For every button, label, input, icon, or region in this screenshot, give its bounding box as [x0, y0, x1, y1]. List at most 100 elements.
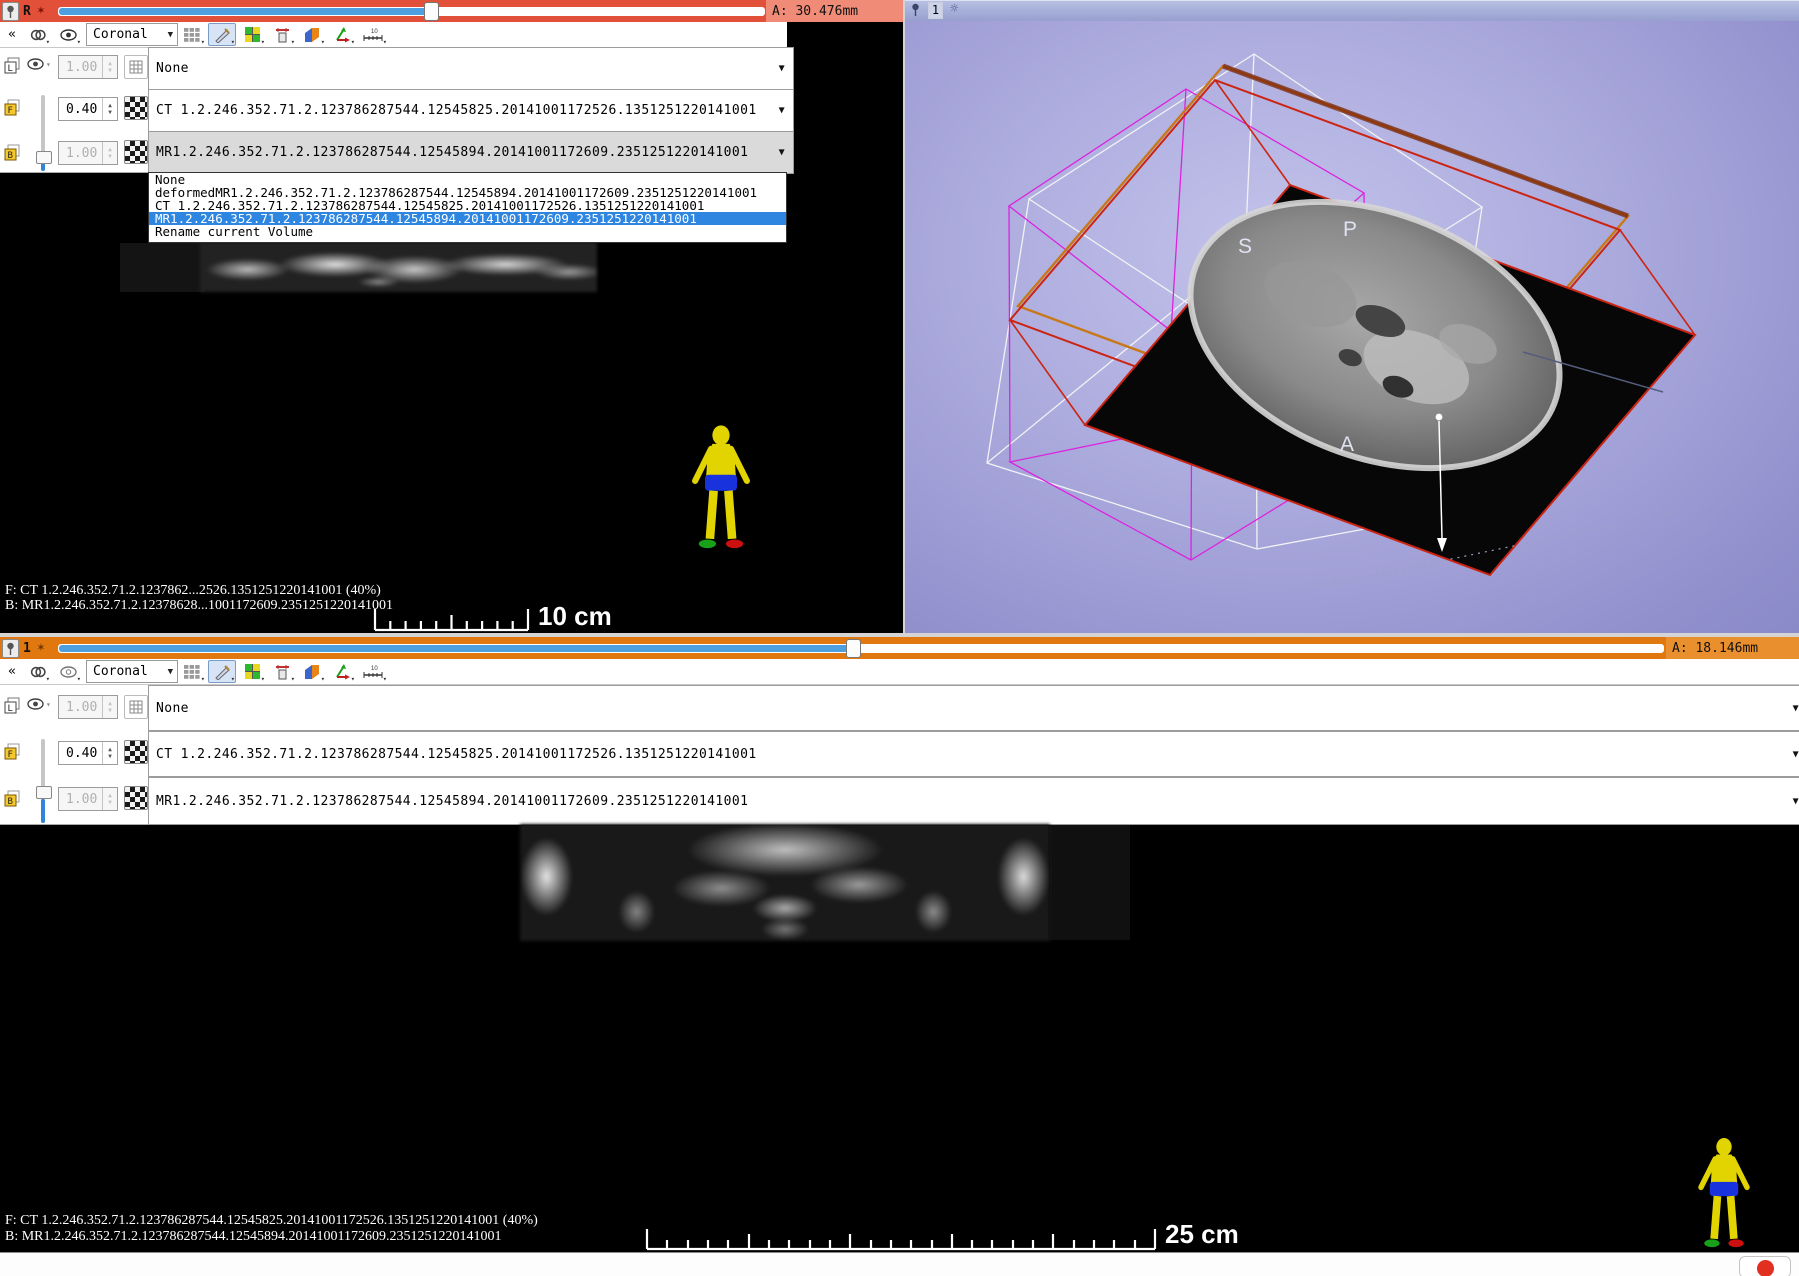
background-opacity-value: 1.00 [66, 145, 98, 161]
background-overlay-text: B: MR1.2.246.352.71.2.123786287544.12545… [5, 1229, 502, 1244]
reformat-axes-button[interactable]: ▾ [328, 660, 356, 683]
background-volume-combo[interactable]: MR1.2.246.352.71.2.123786287544.12545894… [148, 777, 1799, 825]
pin-button[interactable] [2, 2, 19, 21]
record-dot-icon [1756, 1260, 1774, 1276]
menu-item[interactable]: CT 1.2.246.352.71.2.123786287544.1254582… [149, 199, 786, 212]
segment-grid-button[interactable]: ▾ [238, 23, 266, 46]
fade-slider-handle[interactable] [36, 151, 52, 164]
menu-item[interactable]: deformedMR1.2.246.352.71.2.123786287544.… [149, 186, 786, 199]
layer-compositing-button[interactable]: ▾ [298, 23, 326, 46]
pin-icon [7, 642, 14, 655]
orange-view-name: 1 [23, 641, 31, 656]
layer-compositing-button[interactable]: ▾ [298, 660, 326, 683]
collapse-controller-button[interactable]: « [3, 660, 21, 683]
colored-grid-icon [244, 664, 260, 679]
threeD-scene[interactable]: S P A [905, 20, 1799, 635]
foreground-opacity-spinbox[interactable]: 0.40 ▲ ▼ [58, 97, 118, 121]
foreground-volume-combo[interactable]: CT 1.2.246.352.71.2.123786287544.1254582… [148, 731, 1799, 777]
background-opacity-spinbox[interactable]: 1.00 ▲ ▼ [58, 141, 118, 165]
scale-label: 25 cm [1165, 1219, 1239, 1249]
slice-image-strip-dim [120, 243, 205, 292]
threeD-center-icon[interactable]: ☼ [950, 1, 958, 17]
label-visibility-button[interactable] [27, 698, 44, 710]
fade-slider-handle[interactable] [36, 786, 52, 799]
label-outline-button[interactable] [124, 695, 148, 719]
orientation-combo[interactable]: Coronal ▼ [86, 660, 178, 683]
slab-ruler-button[interactable]: 10 ▾ [358, 660, 388, 683]
threeD-pin-button[interactable] [911, 3, 920, 16]
marker-tool-button[interactable]: ▾ [208, 23, 236, 46]
label-opacity-spinbox[interactable]: 1.00 ▲ ▼ [58, 695, 118, 719]
spin-arrows[interactable]: ▲ ▼ [102, 142, 117, 164]
background-volume-combo[interactable]: MR1.2.246.352.71.2.123786287544.12545894… [148, 131, 794, 174]
visibility-button[interactable]: ▾ [54, 660, 82, 683]
pin-button[interactable] [2, 639, 19, 658]
segment-grid-button[interactable]: ▾ [238, 660, 266, 683]
background-checker-button[interactable] [124, 140, 148, 164]
spin-arrows[interactable]: ▲ ▼ [102, 56, 117, 78]
foreground-opacity-spinbox[interactable]: 0.40 ▲ ▼ [58, 741, 118, 765]
background-opacity-spinbox[interactable]: 1.00 ▲ ▼ [58, 787, 118, 811]
menu-item[interactable]: None [149, 173, 786, 186]
foreground-volume-value: CT 1.2.246.352.71.2.123786287544.1254582… [156, 746, 757, 762]
foreground-checker-button[interactable] [124, 740, 148, 764]
spin-arrows[interactable]: ▲ ▼ [102, 742, 117, 764]
orientation-combo[interactable]: Coronal ▼ [86, 23, 178, 46]
label-opacity-value: 1.00 [66, 699, 98, 715]
background-checker-button[interactable] [124, 786, 148, 810]
record-button[interactable] [1739, 1256, 1791, 1276]
chevron-down-icon: ▾ [320, 675, 325, 683]
slice-intersection-button[interactable]: ▾ [268, 23, 296, 46]
slice-star-icon[interactable]: ✶ [37, 4, 45, 17]
grid-icon [129, 60, 143, 74]
label-volume-combo[interactable]: None ▼ [148, 47, 794, 90]
chevron-down-icon: ▾ [290, 675, 295, 683]
foreground-checker-button[interactable] [124, 96, 148, 120]
collapse-glyph: « [8, 27, 16, 42]
label-visibility-button[interactable] [27, 58, 44, 70]
spin-arrows[interactable]: ▲ ▼ [102, 696, 117, 718]
reformat-axes-button[interactable]: ▾ [328, 23, 356, 46]
right-foot-marker [1728, 1239, 1744, 1248]
link-views-button[interactable]: ▾ [25, 660, 51, 683]
chevron-down-icon: ▾ [260, 675, 265, 683]
slab-ruler-button[interactable]: 10 ▾ [358, 23, 388, 46]
slice-star-icon[interactable]: ✶ [37, 641, 45, 654]
crosshair-dot[interactable] [1435, 413, 1443, 421]
bottom-strip [0, 1252, 1799, 1276]
slice-intersection-button[interactable]: ▾ [268, 660, 296, 683]
chevron-down-icon: ▾ [382, 675, 387, 683]
fade-slider[interactable] [41, 739, 45, 823]
chevron-down-icon: ▾ [382, 38, 387, 46]
label-visibility-arrow[interactable]: ▾ [46, 60, 51, 69]
axis-label-a: A [1340, 433, 1354, 456]
label-opacity-spinbox[interactable]: 1.00 ▲ ▼ [58, 55, 118, 79]
chevron-down-icon: ▾ [200, 38, 205, 46]
label-visibility-arrow[interactable]: ▾ [46, 700, 51, 709]
menu-item-selected[interactable]: MR1.2.246.352.71.2.123786287544.12545894… [149, 212, 786, 225]
layout-grid-button[interactable]: ▾ [178, 23, 206, 46]
chevron-down-icon: ▾ [290, 38, 295, 46]
layout-grid-button[interactable]: ▾ [178, 660, 206, 683]
visibility-button[interactable]: ▾ [54, 23, 82, 46]
chevron-down-icon: ▼ [167, 667, 173, 677]
red-slider-handle[interactable] [424, 2, 439, 21]
foreground-volume-combo[interactable]: CT 1.2.246.352.71.2.123786287544.1254582… [148, 89, 794, 132]
slice-image-strip [200, 242, 597, 292]
label-volume-value: None [156, 61, 189, 76]
spin-arrows[interactable]: ▲ ▼ [102, 788, 117, 810]
chevron-down-icon: ▾ [45, 675, 50, 683]
colored-grid-icon [244, 27, 260, 42]
label-volume-combo[interactable]: None ▼ [148, 685, 1799, 731]
spin-arrows[interactable]: ▲ ▼ [102, 98, 117, 120]
background-volume-value: MR1.2.246.352.71.2.123786287544.12545894… [156, 145, 749, 160]
label-outline-button[interactable] [124, 55, 148, 79]
orange-slider-handle[interactable] [846, 639, 861, 658]
marker-tool-button[interactable]: ▾ [208, 660, 236, 683]
collapse-controller-button[interactable]: « [3, 23, 21, 46]
orientation-value: Coronal [93, 664, 148, 679]
link-views-button[interactable]: ▾ [25, 23, 51, 46]
red-slice-offset-slider[interactable] [58, 7, 765, 16]
menu-item-rename[interactable]: Rename current Volume [149, 225, 786, 238]
orange-slice-offset-slider[interactable] [58, 644, 1664, 653]
